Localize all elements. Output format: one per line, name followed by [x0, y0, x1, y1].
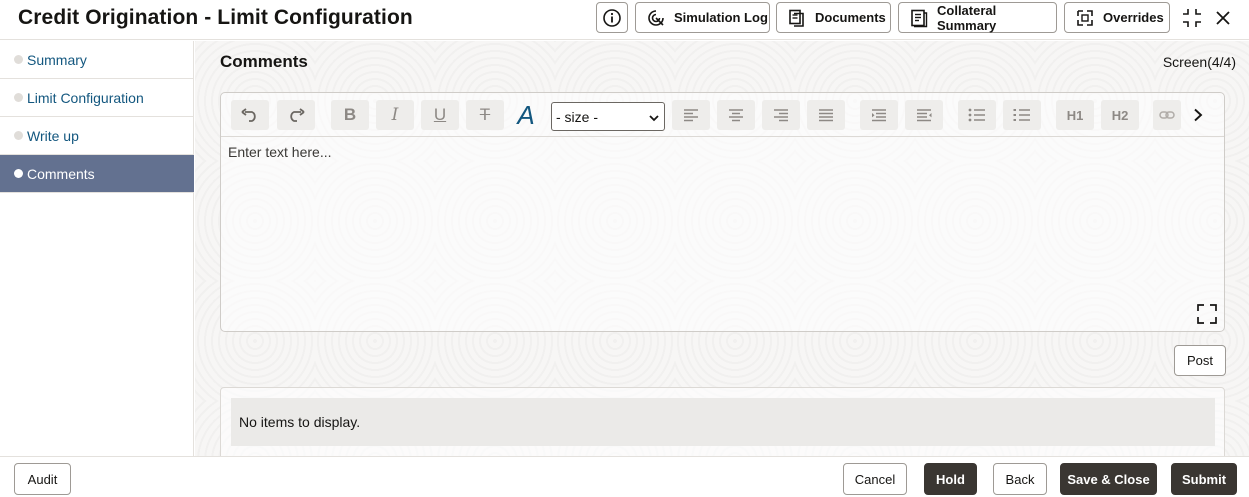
bullet-list-icon[interactable]	[958, 100, 996, 130]
sidebar-item-label: Comments	[27, 165, 95, 182]
sidebar-item-limit-configuration[interactable]: Limit Configuration	[0, 79, 194, 117]
collapse-icon[interactable]	[1180, 6, 1204, 30]
simulation-log-label: Simulation Log	[674, 10, 768, 25]
font-size-select[interactable]: - size -	[551, 102, 665, 131]
collateral-summary-button[interactable]: Collateral Summary	[898, 2, 1057, 33]
step-dot-icon	[14, 55, 23, 64]
heading-1-button[interactable]: H1	[1056, 100, 1094, 130]
simulation-icon	[646, 8, 666, 28]
step-dot-icon	[14, 93, 23, 102]
sidebar-item-summary[interactable]: Summary	[0, 41, 194, 79]
align-justify-icon[interactable]	[807, 100, 845, 130]
rich-text-editor: B I U T A - size - H1 H2 Enter text here…	[220, 92, 1225, 332]
editor-toolbar: B I U T A - size - H1 H2	[221, 93, 1224, 137]
redo-icon[interactable]	[277, 100, 315, 130]
sidebar-item-label: Summary	[27, 51, 87, 68]
chevron-right-icon[interactable]	[1183, 100, 1213, 130]
align-right-icon[interactable]	[762, 100, 800, 130]
link-icon[interactable]	[1153, 100, 1181, 130]
strikethrough-icon[interactable]: T	[466, 100, 504, 130]
expand-icon[interactable]	[1196, 303, 1218, 325]
step-dot-icon	[14, 169, 23, 178]
sidebar-item-write-up[interactable]: Write up	[0, 117, 194, 155]
collateral-icon	[909, 8, 929, 28]
screen-indicator: Screen(4/4)	[1162, 54, 1236, 70]
sidebar-item-label: Write up	[27, 127, 79, 144]
audit-button[interactable]: Audit	[14, 463, 71, 495]
post-button[interactable]: Post	[1174, 345, 1226, 376]
bold-icon[interactable]: B	[331, 100, 369, 130]
overrides-icon	[1075, 8, 1095, 28]
comments-list: No items to display.	[220, 387, 1225, 467]
chevron-down-icon	[648, 111, 660, 127]
outdent-icon[interactable]	[905, 100, 943, 130]
section-title: Comments	[220, 52, 308, 71]
font-color-icon[interactable]: A	[508, 100, 544, 130]
page-title: Credit Origination - Limit Configuration	[18, 6, 413, 29]
info-icon	[602, 8, 622, 28]
documents-label: Documents	[815, 10, 886, 25]
simulation-log-button[interactable]: Simulation Log	[635, 2, 770, 33]
collateral-summary-label: Collateral Summary	[937, 2, 997, 33]
documents-icon	[787, 8, 807, 28]
sidebar-nav: Summary Limit Configuration Write up Com…	[0, 41, 194, 456]
empty-message: No items to display.	[231, 398, 1215, 446]
hold-button[interactable]: Hold	[924, 463, 977, 495]
app-header: Credit Origination - Limit Configuration…	[0, 0, 1249, 40]
sidebar-item-comments[interactable]: Comments	[0, 155, 194, 193]
sidebar-item-label: Limit Configuration	[27, 89, 144, 106]
heading-2-button[interactable]: H2	[1101, 100, 1139, 130]
indent-icon[interactable]	[860, 100, 898, 130]
main-content: Comments Screen(4/4) B I U T A - size -	[195, 41, 1249, 467]
submit-button[interactable]: Submit	[1171, 463, 1237, 495]
info-button[interactable]	[596, 2, 628, 33]
font-size-value: - size -	[556, 108, 598, 125]
underline-icon[interactable]: U	[421, 100, 459, 130]
footer-bar: Audit Cancel Hold Back Save & Close Subm…	[0, 456, 1249, 497]
align-left-icon[interactable]	[672, 100, 710, 130]
numbered-list-icon[interactable]	[1003, 100, 1041, 130]
align-center-icon[interactable]	[717, 100, 755, 130]
undo-icon[interactable]	[231, 100, 269, 130]
close-icon[interactable]	[1211, 6, 1235, 30]
back-button[interactable]: Back	[993, 463, 1047, 495]
editor-input[interactable]: Enter text here...	[228, 144, 332, 160]
step-dot-icon	[14, 131, 23, 140]
overrides-label: Overrides	[1103, 10, 1164, 25]
cancel-button[interactable]: Cancel	[843, 463, 907, 495]
italic-icon[interactable]: I	[376, 100, 414, 130]
overrides-button[interactable]: Overrides	[1064, 2, 1170, 33]
save-close-button[interactable]: Save & Close	[1060, 463, 1157, 495]
documents-button[interactable]: Documents	[776, 2, 891, 33]
